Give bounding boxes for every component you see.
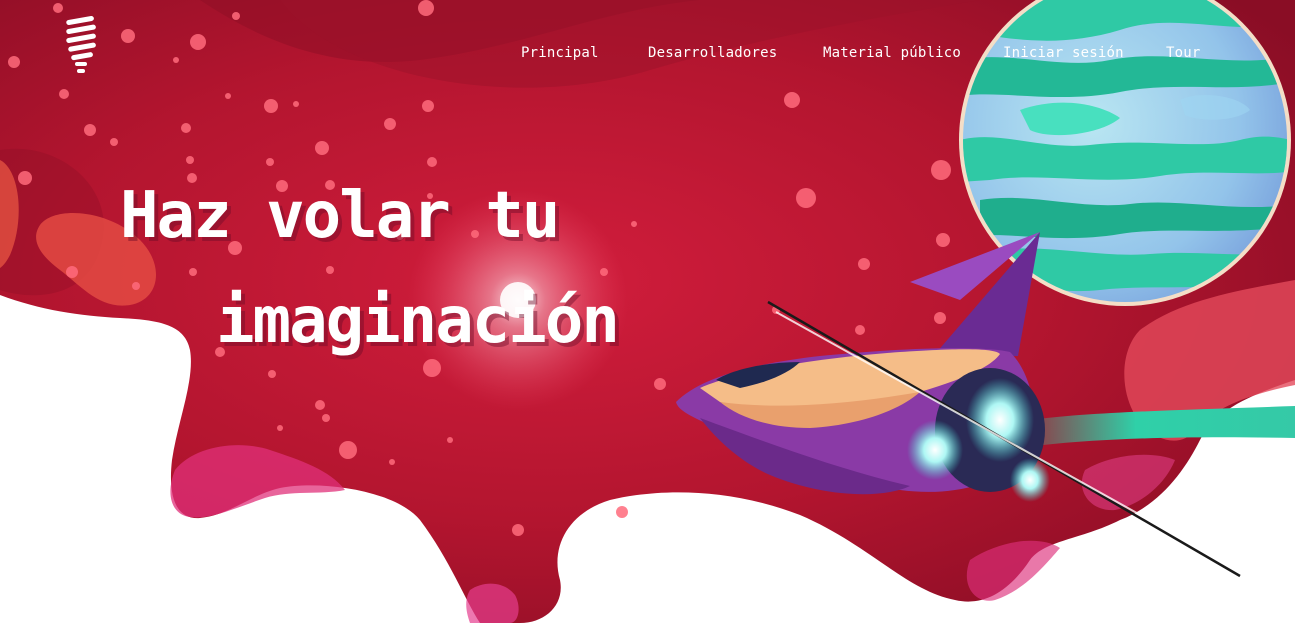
nav-link-iniciar-sesion[interactable]: Iniciar sesión [1003, 42, 1124, 64]
nav-link-desarrolladores[interactable]: Desarrolladores [648, 42, 777, 64]
hero-background [0, 0, 1295, 623]
nav-link-principal[interactable]: Principal [521, 42, 599, 64]
nav-link-material-publico[interactable]: Material público [823, 42, 961, 64]
nav-link-tour[interactable]: Tour [1166, 42, 1201, 64]
main-navigation: Principal Desarrolladores Material públi… [0, 42, 1295, 64]
